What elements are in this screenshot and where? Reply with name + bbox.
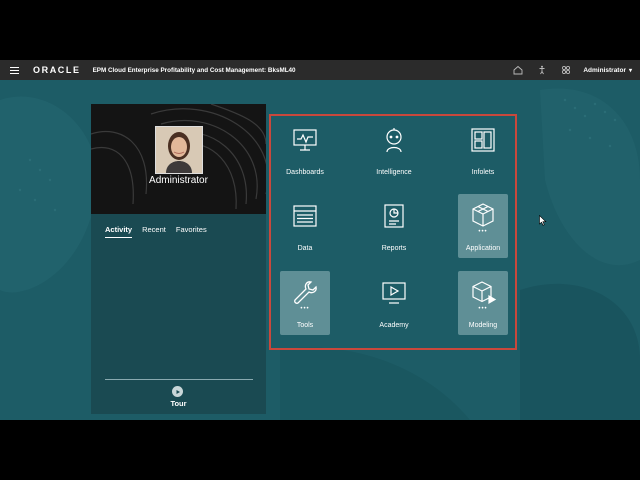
more-dots-icon: ••• [478,306,488,312]
infolets-layout-icon [471,128,495,152]
tile-application[interactable]: ••• Application [458,194,508,258]
tile-data[interactable]: Data [280,194,330,258]
top-bar: ORACLE EPM Cloud Enterprise Profitabilit… [0,60,640,80]
play-icon[interactable] [172,386,183,397]
more-dots-icon: ••• [300,306,310,312]
intelligence-robot-icon [386,128,402,153]
tile-label: Intelligence [376,169,412,176]
epm-home-screen: ORACLE EPM Cloud Enterprise Profitabilit… [0,60,640,420]
tile-label: Dashboards [286,169,324,176]
navigator-icon[interactable] [559,63,573,77]
tile-modeling[interactable]: ••• Modeling [458,271,508,335]
tile-label: Infolets [471,169,495,176]
tile-infolets[interactable]: Infolets [458,118,508,182]
data-table-icon [293,205,317,227]
mouse-cursor-icon [539,215,547,226]
dashboard-monitor-icon [293,129,317,151]
tile-tools[interactable]: ••• Tools [280,271,330,335]
tile-label: Data [297,245,313,252]
top-right-controls: Administrator ▾ [501,60,632,80]
tile-dashboards[interactable]: Dashboards [280,118,330,182]
tile-label: Application [465,245,501,252]
user-panel-header: Administrator [91,104,266,214]
tour-link[interactable]: Tour [91,399,266,408]
avatar[interactable] [155,126,203,174]
divider [105,379,253,380]
application-cubes-icon [472,203,494,227]
chevron-down-icon: ▾ [628,67,632,74]
tile-label: Modeling [468,322,498,329]
tile-academy[interactable]: Academy [369,271,419,335]
user-panel: Administrator Activity Recent Favorites … [91,104,266,414]
tile-label: Tools [296,322,314,329]
tab-recent[interactable]: Recent [142,225,166,238]
app-title: EPM Cloud Enterprise Profitability and C… [92,66,296,74]
accessibility-icon[interactable] [535,63,549,77]
tile-intelligence[interactable]: Intelligence [369,118,419,182]
tile-label: Academy [379,322,409,329]
home-icon[interactable] [511,63,525,77]
reports-document-icon [384,204,404,228]
tile-reports[interactable]: Reports [369,194,419,258]
activity-tabs: Activity Recent Favorites [105,225,217,238]
tile-label: Reports [381,245,407,252]
tab-activity[interactable]: Activity [105,225,133,238]
tools-wrench-icon [294,281,317,304]
user-menu[interactable]: Administrator ▾ [583,67,632,74]
user-menu-label: Administrator [583,66,626,74]
more-dots-icon: ••• [478,229,488,235]
modeling-cube-play-icon [472,281,497,305]
user-name: Administrator [149,175,208,186]
academy-play-icon [382,282,406,304]
hamburger-menu-icon[interactable] [10,66,19,74]
oracle-logo: ORACLE [33,65,81,75]
tab-favorites[interactable]: Favorites [176,225,207,238]
